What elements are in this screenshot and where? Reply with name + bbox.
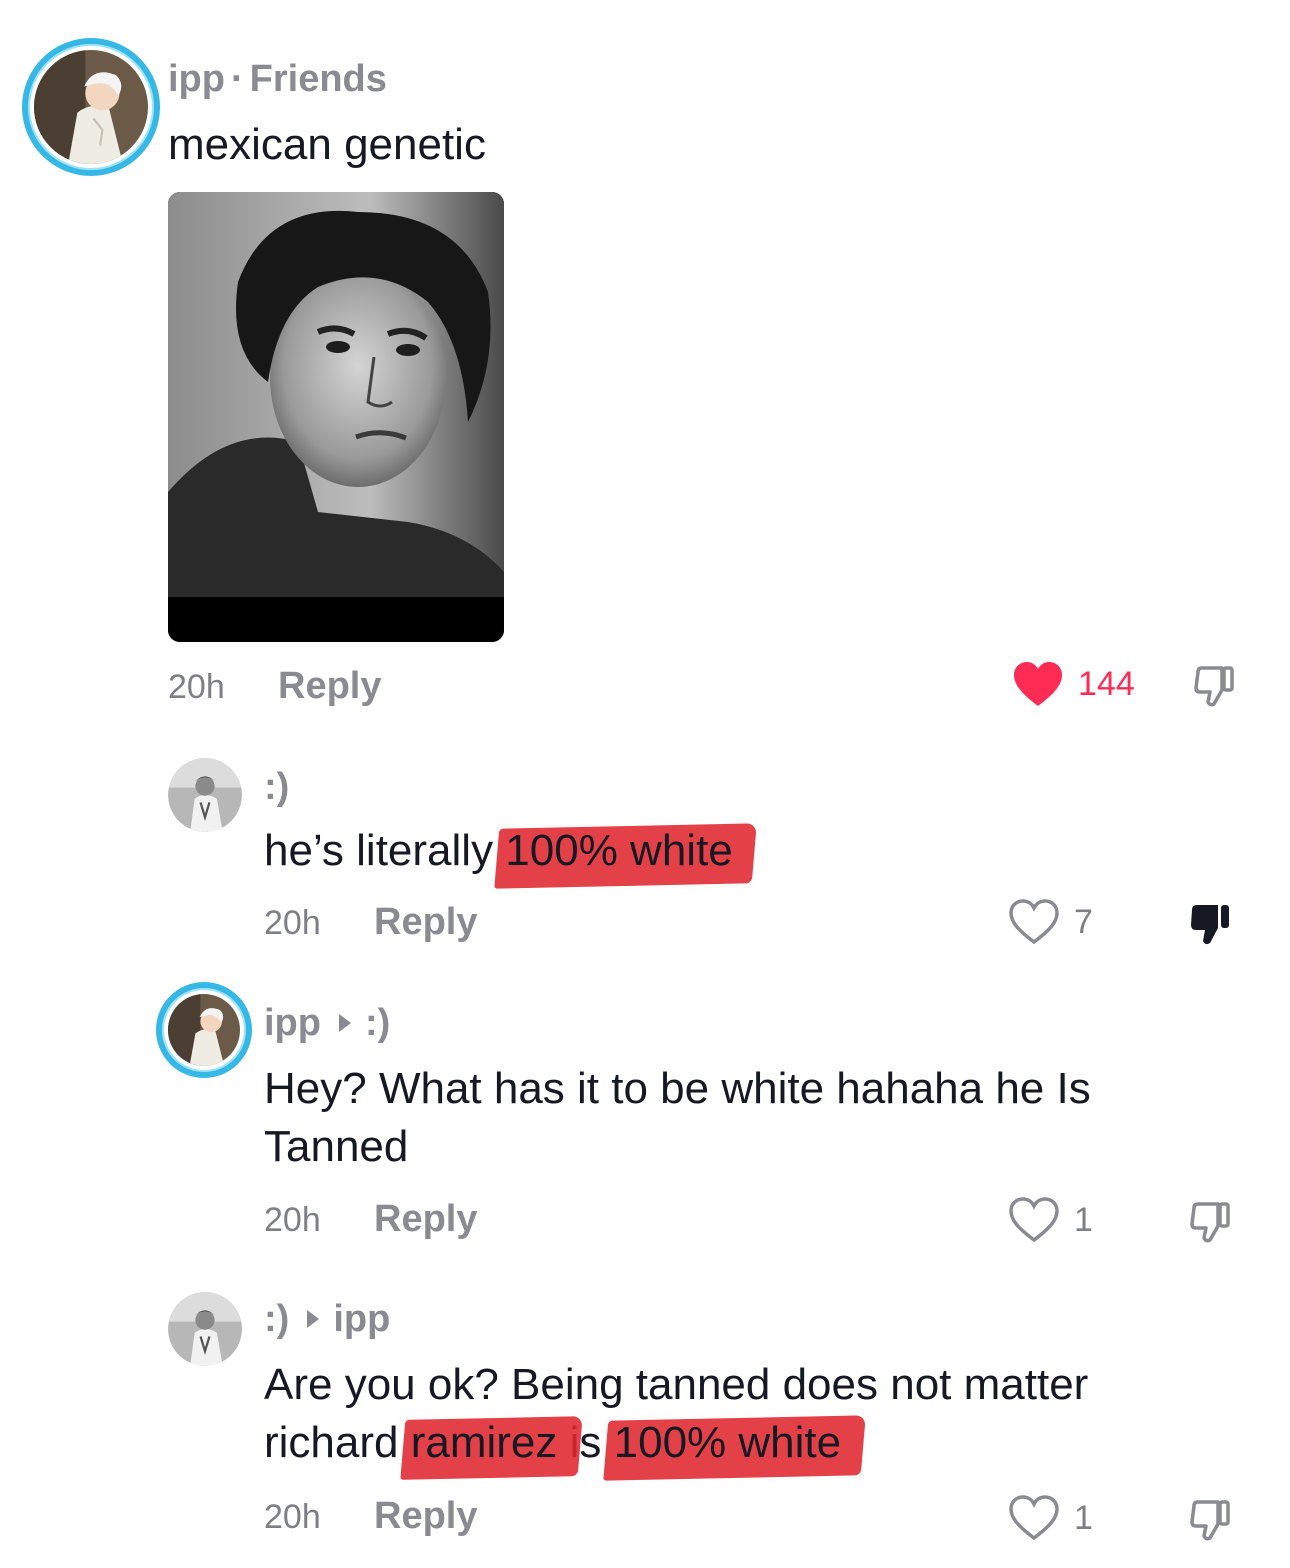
- like-button[interactable]: 1: [1008, 1494, 1093, 1542]
- highlighted-text: ramirez: [411, 1414, 558, 1472]
- comment-time: 20h: [264, 1201, 321, 1239]
- avatar-smiley-user[interactable]: [168, 758, 242, 832]
- thumbs-down-icon[interactable]: [1186, 1198, 1234, 1246]
- comment-time: 20h: [264, 1498, 321, 1536]
- comment-time: 20h: [168, 668, 225, 706]
- comment-text: mexican genetic: [168, 120, 486, 169]
- reply-button[interactable]: Reply: [374, 901, 477, 944]
- reply-button[interactable]: Reply: [374, 1198, 477, 1241]
- triangle-right-icon: [307, 1310, 320, 1329]
- heart-outline-icon: [1009, 1197, 1059, 1243]
- text-segment: he’s literally: [264, 826, 506, 875]
- comment-text: Are you ok? Being tanned does not matter…: [264, 1356, 1204, 1472]
- portrait-image: [168, 192, 504, 642]
- highlighted-text: 100% white: [505, 822, 732, 880]
- avatar-ipp[interactable]: [22, 38, 160, 176]
- reply-button[interactable]: Reply: [278, 665, 381, 708]
- author-name[interactable]: ipp: [264, 1002, 321, 1044]
- thumbs-down-icon[interactable]: [1190, 662, 1238, 710]
- author-name[interactable]: :): [264, 1298, 289, 1340]
- like-count: 1: [1074, 1498, 1093, 1537]
- like-button[interactable]: 1: [1008, 1196, 1093, 1244]
- avatar-ipp[interactable]: [156, 982, 252, 1078]
- thumbs-down-filled-icon[interactable]: [1186, 900, 1234, 948]
- friends-tag: Friends: [249, 58, 387, 100]
- author-name[interactable]: ipp: [168, 58, 225, 100]
- reply-to-name[interactable]: :): [365, 1002, 390, 1044]
- comment-time: 20h: [264, 904, 321, 942]
- separator-dot: ·: [230, 58, 244, 100]
- thumbs-down-icon[interactable]: [1186, 1496, 1234, 1544]
- comment-author[interactable]: ipp · Friends: [168, 58, 387, 101]
- comment-text: Hey? What has it to be white hahaha he I…: [264, 1064, 1091, 1171]
- anime-avatar-image: [34, 50, 148, 164]
- comment-text: he’s literally 100% white: [264, 822, 733, 880]
- heart-outline-icon: [1009, 899, 1059, 945]
- avatar-smiley-user[interactable]: [168, 1292, 242, 1366]
- bw-avatar-image: [168, 1292, 242, 1366]
- comment-author: :) ipp: [264, 1298, 390, 1341]
- like-count: 144: [1078, 664, 1135, 703]
- like-count: 7: [1074, 902, 1093, 941]
- triangle-right-icon: [338, 1014, 351, 1033]
- heart-icon: [1014, 662, 1062, 706]
- bw-avatar-image: [168, 758, 242, 832]
- anime-avatar-image: [168, 994, 240, 1066]
- comment-author: ipp:): [264, 1002, 390, 1045]
- like-button[interactable]: 7: [1008, 898, 1093, 946]
- like-count: 1: [1074, 1200, 1093, 1239]
- comment-author[interactable]: :): [264, 766, 289, 809]
- reply-button[interactable]: Reply: [374, 1495, 477, 1538]
- comment-photo[interactable]: [168, 192, 504, 642]
- heart-outline-icon: [1009, 1495, 1059, 1541]
- highlighted-text: 100% white: [614, 1414, 841, 1472]
- reply-to-name[interactable]: ipp: [333, 1298, 390, 1340]
- like-button[interactable]: 144: [1012, 660, 1135, 708]
